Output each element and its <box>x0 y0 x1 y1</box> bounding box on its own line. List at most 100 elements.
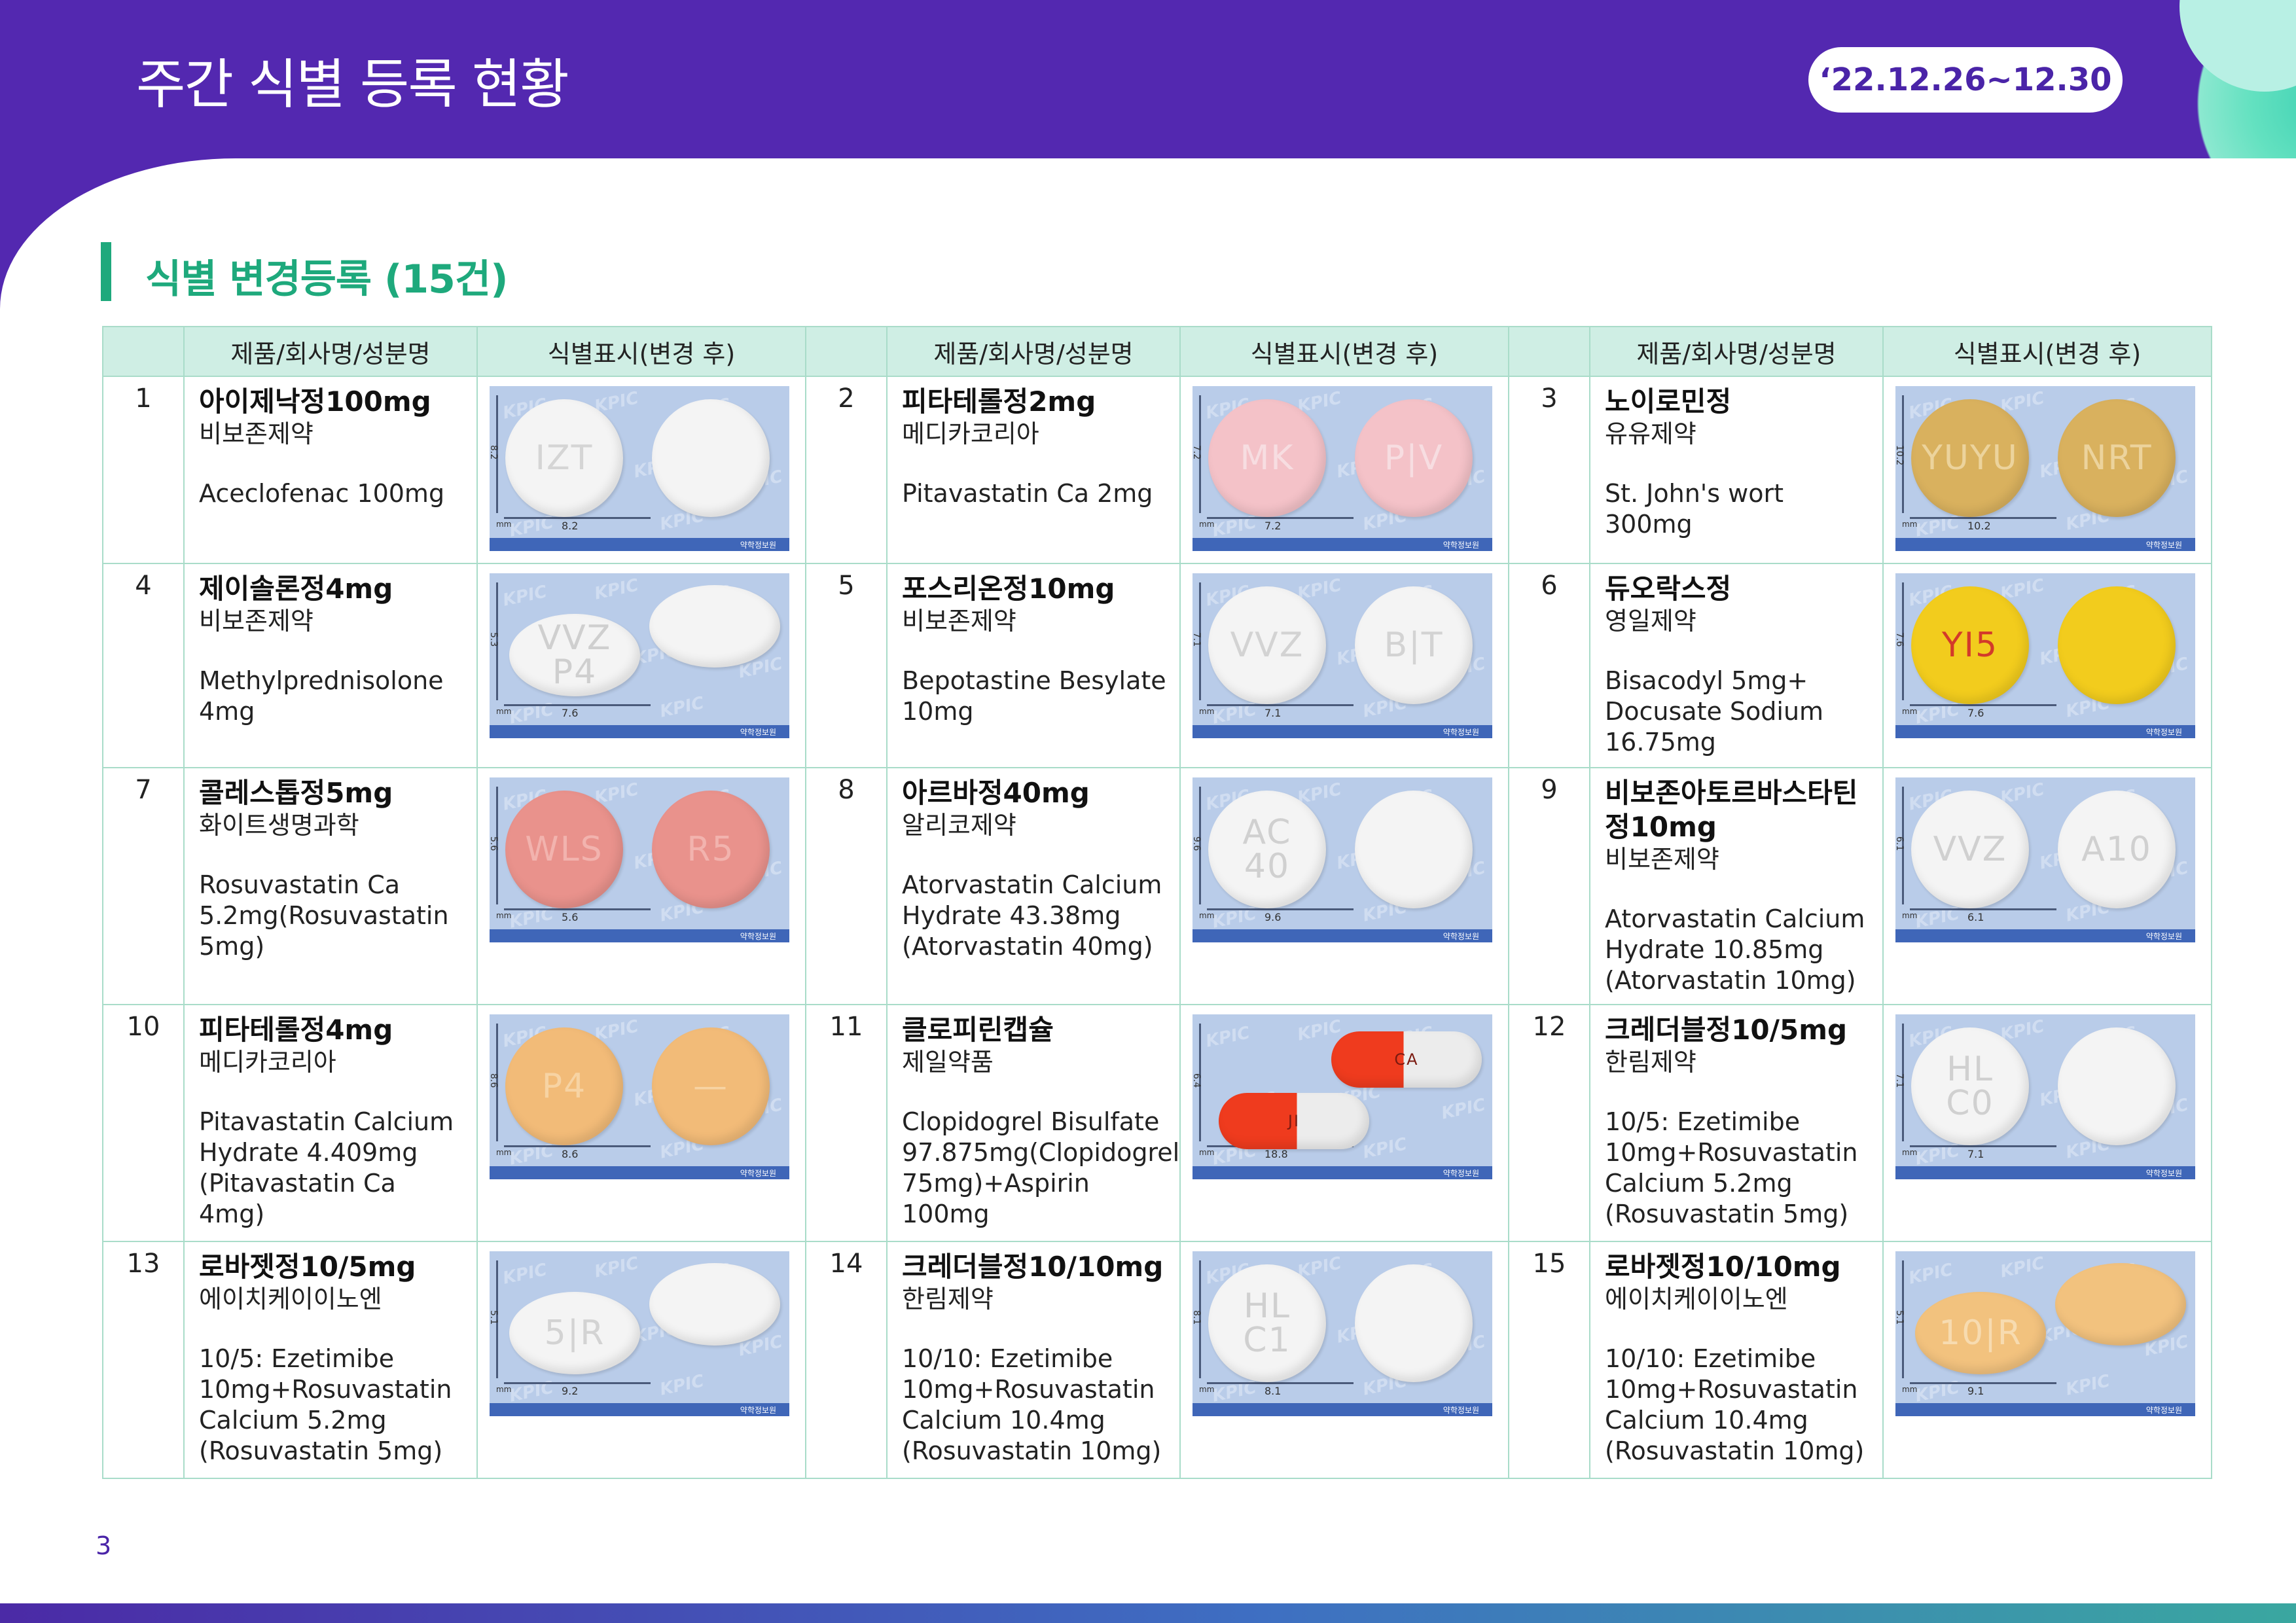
product-name: 아르바정40mg <box>902 777 1090 809</box>
pill-back: CA <box>1331 1031 1482 1088</box>
item-number: 9 <box>1508 767 1590 1005</box>
product-info-cell: 로바젯정10/5mg 에이치케이이노엔 10/5: Ezetimibe 10mg+R… <box>183 1241 478 1479</box>
watermark-text: KPIC <box>592 575 641 604</box>
photo-footer: 약학정보원 <box>490 725 789 738</box>
col-header-product: 제품/회사명/성분명 <box>183 326 478 377</box>
pill-front: HL C1 <box>1208 1264 1326 1382</box>
identification-image-cell: KPICKPICKPICKPICKPICKPICKPICKPIC8.28.2mm… <box>476 376 806 564</box>
identification-image-cell: KPICKPICKPICKPICKPICKPICKPICKPIC8.68.6mm… <box>476 1004 806 1242</box>
product-name: 크레더블정10/10mg <box>902 1251 1164 1283</box>
watermark-text: KPIC <box>1204 1023 1252 1052</box>
table-header-row: 제품/회사명/성분명 식별표시(변경 후) 제품/회사명/성분명 식별표시(변경… <box>102 326 2212 377</box>
size-horizontal-label: 9.1 <box>1967 1385 1984 1397</box>
pill-photo: KPICKPICKPICKPICKPICKPICKPICKPIC8.18.1mm… <box>1193 1251 1492 1416</box>
pill-photo: KPICKPICKPICKPICKPICKPICKPICKPIC6.418.8m… <box>1193 1014 1492 1179</box>
pill-front: 10|R <box>1915 1292 2046 1374</box>
watermark-text: KPIC <box>2064 1371 2112 1400</box>
identification-image-cell: KPICKPICKPICKPICKPICKPICKPICKPIC8.18.1mm… <box>1179 1241 1509 1479</box>
item-number: 5 <box>805 563 888 768</box>
ruler-horizontal <box>504 517 651 519</box>
product-name: 듀오락스정 <box>1605 573 1732 605</box>
company-name: 에이치케이이노엔 <box>1605 1285 1788 1313</box>
ingredient-text: 10/5: Ezetimibe 10mg+Rosuvastatin Calciu… <box>1605 1107 1858 1228</box>
size-vertical-label: 6.1 <box>1895 836 1905 851</box>
pill-front: WLS <box>505 791 623 908</box>
ingredient-text: Atorvastatin Calcium Hydrate 43.38mg (At… <box>902 870 1162 961</box>
ingredient-text: Rosuvastatin Ca 5.2mg(Rosuvastatin 5mg) <box>199 870 449 961</box>
photo-footer: 약학정보원 <box>1895 929 2195 942</box>
ingredient-text: 10/5: Ezetimibe 10mg+Rosuvastatin Calciu… <box>199 1344 452 1465</box>
pill-back <box>1355 791 1473 908</box>
section-title: 식별 변경등록 (15건) <box>145 257 509 302</box>
unit-label: mm <box>496 911 512 920</box>
col-header-image: 식별표시(변경 후) <box>1882 326 2212 377</box>
size-vertical-label: 8.1 <box>1193 1310 1202 1325</box>
ingredient-text: Methylprednisolone 4mg <box>199 666 444 726</box>
unit-label: mm <box>496 1385 512 1394</box>
table-row: 13 로바젯정10/5mg 에이치케이이노엔 10/5: Ezetimibe 10mg… <box>102 1241 2212 1479</box>
watermark-text: KPIC <box>658 693 706 722</box>
size-horizontal-label: 9.6 <box>1265 911 1282 923</box>
identification-image-cell: KPICKPICKPICKPICKPICKPICKPICKPIC10.210.2… <box>1882 376 2212 564</box>
product-info-cell: 포스리온정10mg 비보존제약 Bepotastine Besylate 10mg <box>886 563 1181 768</box>
company-name: 한림제약 <box>902 1285 994 1313</box>
pill-photo: KPICKPICKPICKPICKPICKPICKPICKPIC7.67.6mm… <box>1895 573 2195 738</box>
pill-back <box>2055 1263 2186 1346</box>
pill-photo: KPICKPICKPICKPICKPICKPICKPICKPIC6.16.1mm… <box>1895 777 2195 942</box>
corner-decoration <box>2160 0 2296 158</box>
company-name: 메디카코리아 <box>199 1048 336 1077</box>
product-info-cell: 로바젯정10/10mg 에이치케이이노엔 10/10: Ezetimibe 10mg… <box>1589 1241 1884 1479</box>
photo-footer-text: 약학정보원 <box>2145 1406 2182 1415</box>
product-info-cell: 비보존아토르바스타틴 정10mg 비보존제약 Atorvastatin Calciu… <box>1589 767 1884 1005</box>
watermark-text: KPIC <box>501 582 549 611</box>
unit-label: mm <box>496 707 512 716</box>
pill-front: IZT <box>505 399 623 517</box>
company-name: 비보존제약 <box>199 607 314 635</box>
ingredient-text: St. John's wort 300mg <box>1605 479 1784 539</box>
pill-front: YUYU <box>1911 399 2029 517</box>
item-number: 14 <box>805 1241 888 1479</box>
watermark-text: KPIC <box>501 1260 549 1289</box>
unit-label: mm <box>1902 707 1918 716</box>
photo-footer-text: 약학정보원 <box>1443 728 1479 737</box>
item-number: 4 <box>102 563 185 768</box>
table-row: 4 제이솔론정4mg 비보존제약 Methylprednisolone 4mg KPIC… <box>102 563 2212 768</box>
pill-front: HL C0 <box>1911 1027 2029 1145</box>
size-vertical-label: 7.6 <box>1895 632 1905 647</box>
pill-front: YI5 <box>1911 586 2029 704</box>
ruler-horizontal <box>1207 1382 1354 1384</box>
company-name: 알리코제약 <box>902 811 1016 840</box>
product-name: 제이솔론정4mg <box>199 573 393 605</box>
product-info-cell: 아르바정40mg 알리코제약 Atorvastatin Calcium Hydrat… <box>886 767 1181 1005</box>
ruler-horizontal <box>504 908 651 910</box>
identification-image-cell: KPICKPICKPICKPICKPICKPICKPICKPIC7.17.1mm… <box>1179 563 1509 768</box>
pill-back <box>649 585 780 668</box>
size-vertical-label: 9.6 <box>1193 836 1202 851</box>
photo-footer-text: 약학정보원 <box>1443 932 1479 941</box>
size-vertical-label: 5.6 <box>490 836 499 851</box>
photo-footer-text: 약학정보원 <box>2145 728 2182 737</box>
unit-label: mm <box>496 520 512 529</box>
size-vertical-label: 7.1 <box>1193 632 1202 647</box>
item-number: 8 <box>805 767 888 1005</box>
size-vertical-label: 5.3 <box>490 632 499 647</box>
size-horizontal-label: 18.8 <box>1265 1148 1288 1160</box>
product-info-cell: 피타테롤정4mg 메디카코리아 Pitavastatin Calcium Hydra… <box>183 1004 478 1242</box>
ingredient-text: Pitavastatin Ca 2mg <box>902 479 1153 508</box>
company-name: 비보존제약 <box>199 419 314 448</box>
photo-footer-text: 약학정보원 <box>740 541 776 550</box>
pill-front: MK <box>1208 399 1326 517</box>
photo-footer: 약학정보원 <box>1895 725 2195 738</box>
pill-photo: KPICKPICKPICKPICKPICKPICKPICKPIC8.68.6mm… <box>490 1014 789 1179</box>
table-row: 1 아이제낙정100mg 비보존제약 Aceclofenac 100mg KPIC KPI… <box>102 376 2212 564</box>
item-number: 15 <box>1508 1241 1590 1479</box>
photo-footer-text: 약학정보원 <box>740 1406 776 1415</box>
photo-footer: 약학정보원 <box>490 929 789 942</box>
product-info-cell: 아이제낙정100mg 비보존제약 Aceclofenac 100mg <box>183 376 478 564</box>
company-name: 화이트생명과학 <box>199 811 359 840</box>
size-vertical-label: 10.2 <box>1895 445 1905 466</box>
identification-image-cell: KPICKPICKPICKPICKPICKPICKPICKPIC7.17.1mm… <box>1882 1004 2212 1242</box>
col-header-product: 제품/회사명/성분명 <box>1589 326 1884 377</box>
product-name: 포스리온정10mg <box>902 573 1115 605</box>
item-number: 12 <box>1508 1004 1590 1242</box>
